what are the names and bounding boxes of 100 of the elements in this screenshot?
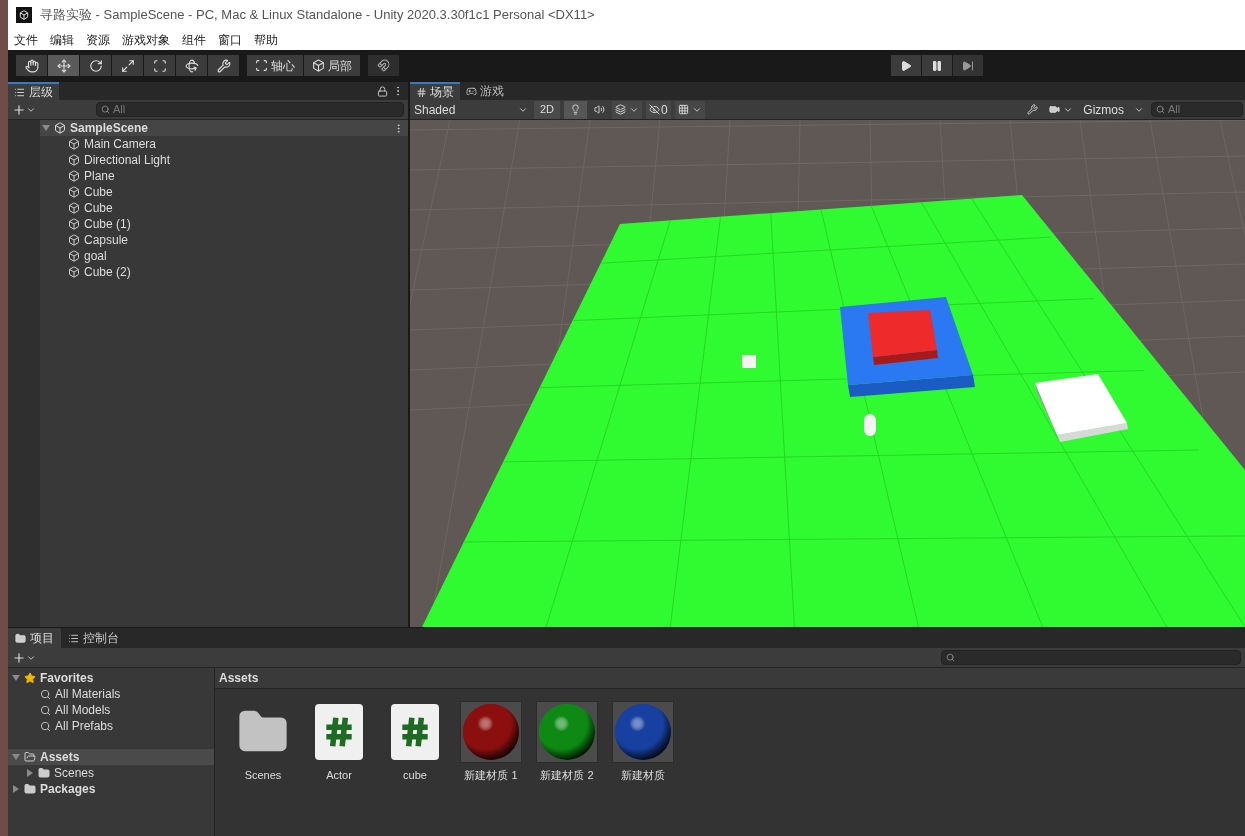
expand-triangle-icon[interactable] [12,674,20,682]
expand-triangle-icon[interactable] [26,769,34,777]
menu-item[interactable]: 组件 [182,31,206,49]
menu-item[interactable]: 文件 [14,31,38,49]
cube-icon [68,234,80,246]
camera-icon [1049,104,1061,115]
asset-name[interactable]: 新建材质 2 [540,767,594,784]
hierarchy-item[interactable]: goal [40,248,408,264]
pivot-button[interactable]: 局部 [304,55,360,76]
effects-dropdown[interactable] [612,100,643,119]
grid-icon [677,104,689,115]
search-icon [1156,105,1165,114]
lighting-toggle[interactable] [564,100,588,119]
list-icon [68,632,79,644]
pivot-button[interactable]: 轴心 [247,55,303,76]
search-filter-item[interactable]: All Models [8,702,214,718]
add-button[interactable] [12,650,36,665]
search-icon [946,653,955,662]
search-filter-item[interactable]: All Materials [8,686,214,702]
folder-icon [15,632,26,644]
tool-button[interactable] [48,55,79,76]
lightbulb-icon [570,104,582,115]
hand-icon [24,58,39,73]
menu-item[interactable]: 编辑 [50,31,74,49]
hidden-objects-toggle[interactable]: 0 [646,100,671,119]
tree-item[interactable]: Packages [8,781,214,797]
project-tab[interactable]: 项目 [8,628,61,648]
hierarchy-item[interactable]: Cube (1) [40,216,408,232]
asset-name[interactable]: 新建材质 [621,767,665,784]
hierarchy-item[interactable]: Cube (2) [40,264,408,280]
hierarchy-item[interactable]: Main Camera [40,136,408,152]
list-icon [14,86,25,98]
lock-icon[interactable] [377,85,388,97]
expand-triangle-icon[interactable] [42,124,50,132]
project-tab[interactable]: 控制台 [61,628,126,648]
layers-icon [615,104,627,115]
asset-name[interactable]: cube [403,767,427,784]
asset-name[interactable]: Actor [326,767,352,784]
play-button[interactable] [891,55,921,76]
menu-item[interactable]: 资源 [86,31,110,49]
tool-button[interactable] [112,55,143,76]
scale-icon [120,58,135,73]
menu-item[interactable]: 游戏对象 [122,31,170,49]
asset-name[interactable]: 新建材质 1 [464,767,518,784]
search-filter-item[interactable]: All Prefabs [8,718,214,734]
scene-row[interactable]: SampleScene [40,120,408,136]
tree-item[interactable]: Favorites [8,670,214,686]
tools-icon [216,58,231,73]
hierarchy-item[interactable]: Directional Light [40,152,408,168]
cube-icon [68,154,80,166]
cube-icon [68,202,80,214]
snap-button[interactable] [368,55,399,76]
hierarchy-item[interactable]: Cube [40,200,408,216]
script-file-icon [391,704,439,760]
pivot-icon [255,59,268,72]
tool-button[interactable] [80,55,111,76]
scene-name: SampleScene [70,120,150,137]
transform-icon [184,58,199,73]
grid-dropdown[interactable] [674,100,705,119]
cube-icon [68,250,80,262]
script-file-icon [315,704,363,760]
gizmos-dropdown[interactable]: Gizmos [1080,100,1147,119]
tool-button[interactable] [176,55,207,76]
menu-item[interactable]: 帮助 [254,31,278,49]
pause-button[interactable] [922,55,952,76]
search-icon [40,688,51,700]
search-icon [40,704,51,716]
expand-triangle-icon[interactable] [12,753,20,761]
plus-icon [12,102,26,117]
breadcrumb-item[interactable]: Assets [219,669,259,687]
pause-icon [931,59,943,72]
hierarchy-item[interactable]: Cube [40,184,408,200]
folder-icon [24,751,36,763]
hierarchy-item[interactable]: Plane [40,168,408,184]
tool-button[interactable] [144,55,175,76]
tool-button[interactable] [16,55,47,76]
cube-icon [68,218,80,230]
menu-item[interactable]: 窗口 [218,31,242,49]
hierarchy-item[interactable]: Capsule [40,232,408,248]
shading-dropdown[interactable]: Shaded [412,100,530,119]
2d-toggle[interactable]: 2D [534,100,561,119]
tree-item[interactable]: Assets [8,749,214,765]
play-icon [900,59,912,72]
rect-icon [152,58,167,73]
scene-tab[interactable]: 游戏 [460,82,510,100]
scene-tab[interactable]: 场景 [410,82,460,100]
add-button[interactable] [12,102,36,117]
tree-item[interactable]: Scenes [8,765,214,781]
star-icon [24,672,36,684]
search-field[interactable] [941,650,1241,665]
tool-button[interactable] [208,55,239,76]
scene-icon [54,122,66,134]
hierarchy-tab[interactable]: 层级 [8,82,59,100]
magnet-icon [377,59,390,72]
cube-icon [68,170,80,182]
move-icon [56,58,71,73]
expand-triangle-icon[interactable] [12,785,20,793]
asset-name[interactable]: Scenes [244,767,282,784]
step-button[interactable] [953,55,983,76]
cube-icon [68,138,80,150]
